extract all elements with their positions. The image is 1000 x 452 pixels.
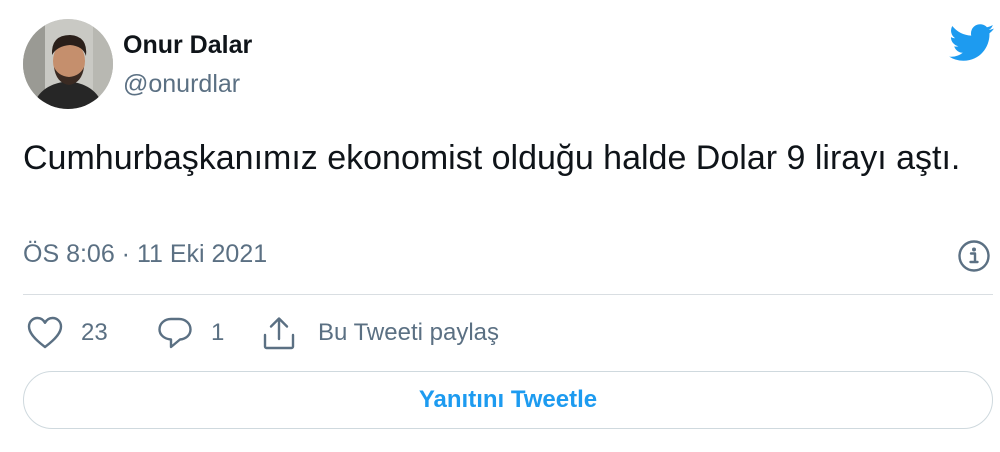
divider bbox=[23, 294, 993, 295]
heart-icon bbox=[27, 316, 63, 349]
like-button[interactable]: 23 bbox=[27, 316, 157, 350]
twitter-bird-icon[interactable] bbox=[949, 24, 995, 62]
like-count: 23 bbox=[81, 319, 108, 346]
speech-bubble-icon bbox=[158, 317, 192, 349]
share-label: Bu Tweeti paylaş bbox=[318, 319, 499, 346]
author-display-name[interactable]: Onur Dalar bbox=[123, 31, 252, 60]
share-button[interactable]: Bu Tweeti paylaş bbox=[262, 315, 499, 351]
tweet-text: Cumhurbaşkanımız ekonomist olduğu halde … bbox=[23, 139, 961, 177]
author-handle[interactable]: @onurdlar bbox=[123, 70, 240, 99]
reply-tweet-button[interactable]: Yanıtını Tweetle bbox=[23, 371, 993, 429]
avatar[interactable] bbox=[23, 19, 113, 109]
share-icon bbox=[263, 317, 295, 350]
reply-count: 1 bbox=[211, 319, 225, 346]
avatar-photo bbox=[23, 19, 113, 109]
tweet-timestamp[interactable]: ÖS 8:06 · 11 Eki 2021 bbox=[23, 240, 267, 269]
action-bar: 23 1 Bu Tweeti paylaş bbox=[27, 313, 499, 353]
tweet-card: Onur Dalar @onurdlar Cumhurbaşkanımız ek… bbox=[0, 0, 1000, 452]
reply-action-button[interactable]: 1 bbox=[157, 316, 262, 350]
info-icon[interactable] bbox=[957, 239, 991, 273]
